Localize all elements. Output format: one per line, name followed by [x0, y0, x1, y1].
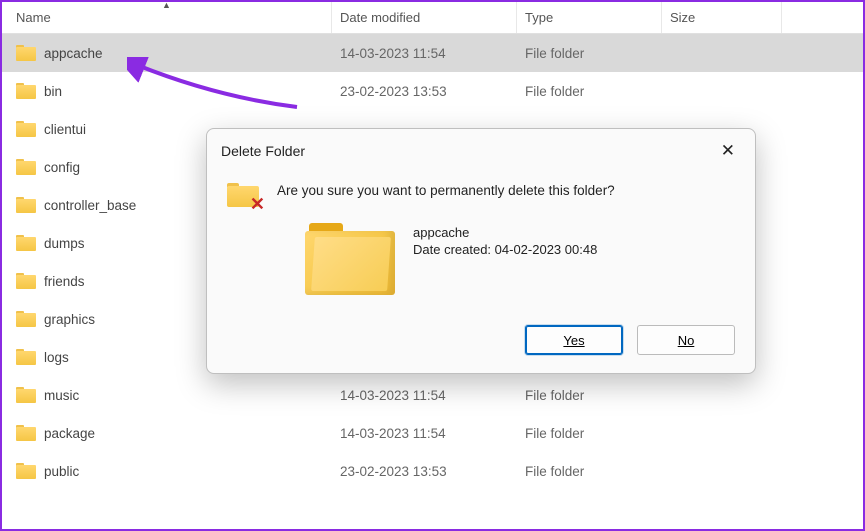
file-type: File folder [517, 84, 662, 99]
column-header-date-label: Date modified [340, 10, 420, 25]
folder-icon [16, 235, 36, 251]
file-name: music [44, 388, 79, 403]
folder-icon [16, 159, 36, 175]
close-button[interactable]: ✕ [715, 139, 741, 163]
dialog-title: Delete Folder [221, 143, 305, 159]
file-date: 14-03-2023 11:54 [332, 426, 517, 441]
table-row[interactable]: bin 23-02-2023 13:53File folder [2, 72, 863, 110]
folder-icon [16, 349, 36, 365]
folder-icon [16, 83, 36, 99]
confirm-message: Are you sure you want to permanently del… [277, 179, 615, 198]
folder-icon [16, 311, 36, 327]
folder-details-text: appcache Date created: 04-02-2023 00:48 [413, 223, 597, 295]
table-row[interactable]: appcache 14-03-2023 11:54File folder [2, 34, 863, 72]
file-name: controller_base [44, 198, 136, 213]
large-folder-icon [305, 223, 395, 295]
column-header-name[interactable]: Name ▲ [2, 2, 332, 33]
dialog-titlebar: Delete Folder ✕ [207, 129, 755, 173]
table-row[interactable]: public 23-02-2023 13:53File folder [2, 452, 863, 490]
no-button[interactable]: No [637, 325, 735, 355]
dialog-date-created: Date created: 04-02-2023 00:48 [413, 242, 597, 257]
file-name: public [44, 464, 79, 479]
file-name: package [44, 426, 95, 441]
file-date: 14-03-2023 11:54 [332, 388, 517, 403]
file-name: appcache [44, 46, 103, 61]
column-header-name-label: Name [16, 10, 51, 25]
column-header-date[interactable]: Date modified [332, 2, 517, 33]
delete-folder-dialog: Delete Folder ✕ ✕ Are you sure you want … [206, 128, 756, 374]
column-header-row: Name ▲ Date modified Type Size [2, 2, 863, 34]
folder-icon [16, 425, 36, 441]
dialog-folder-name: appcache [413, 225, 597, 240]
yes-button[interactable]: Yes [525, 325, 623, 355]
folder-icon [16, 463, 36, 479]
x-mark-icon: ✕ [250, 194, 265, 215]
column-header-size[interactable]: Size [662, 2, 782, 33]
file-type: File folder [517, 464, 662, 479]
column-header-type-label: Type [525, 10, 553, 25]
table-row[interactable]: music 14-03-2023 11:54File folder [2, 376, 863, 414]
close-icon: ✕ [721, 141, 735, 160]
dialog-footer: Yes No [207, 311, 755, 373]
column-header-size-label: Size [670, 10, 695, 25]
file-date: 23-02-2023 13:53 [332, 84, 517, 99]
file-name: dumps [44, 236, 85, 251]
file-type: File folder [517, 46, 662, 61]
file-name: graphics [44, 312, 95, 327]
folder-icon [16, 197, 36, 213]
file-name: config [44, 160, 80, 175]
folder-icon [16, 121, 36, 137]
no-button-label: No [678, 333, 695, 348]
folder-delete-icon: ✕ [227, 183, 263, 213]
file-date: 14-03-2023 11:54 [332, 46, 517, 61]
file-date: 23-02-2023 13:53 [332, 464, 517, 479]
yes-button-label: Yes [563, 333, 584, 348]
folder-icon [16, 45, 36, 61]
file-name: logs [44, 350, 69, 365]
file-type: File folder [517, 426, 662, 441]
dialog-body: ✕ Are you sure you want to permanently d… [207, 173, 755, 311]
table-row[interactable]: package 14-03-2023 11:54File folder [2, 414, 863, 452]
sort-indicator-icon: ▲ [162, 0, 171, 10]
column-header-type[interactable]: Type [517, 2, 662, 33]
file-name: clientui [44, 122, 86, 137]
file-name: friends [44, 274, 85, 289]
folder-icon [16, 273, 36, 289]
file-name: bin [44, 84, 62, 99]
folder-icon [16, 387, 36, 403]
file-type: File folder [517, 388, 662, 403]
